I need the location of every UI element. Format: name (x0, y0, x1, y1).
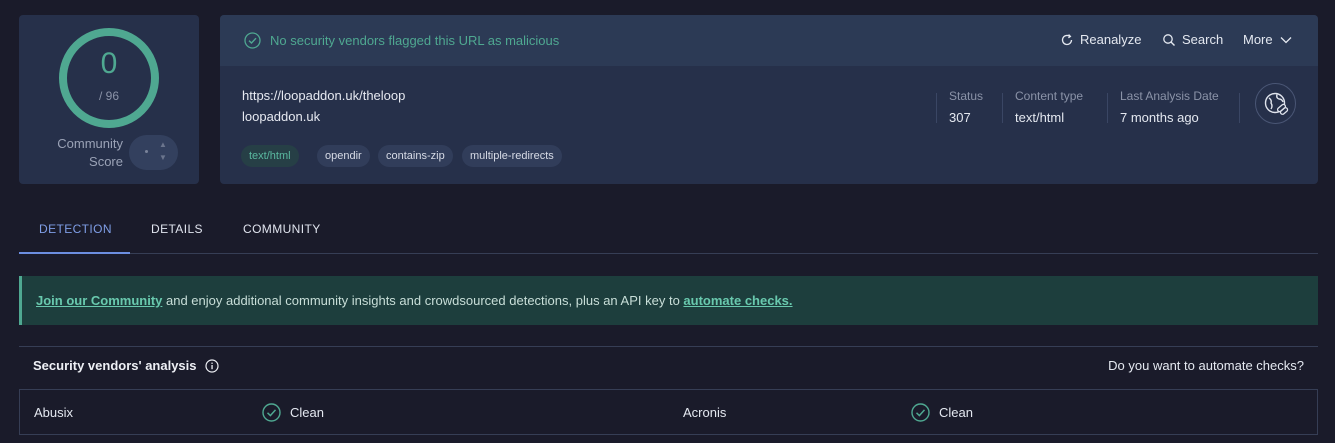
vendor-result: Clean (262, 403, 324, 422)
divider (1239, 93, 1240, 123)
vendor-name: Abusix (34, 405, 74, 420)
url-graph-button[interactable] (1255, 83, 1296, 124)
info-icon[interactable] (204, 358, 219, 373)
chevron-up-icon[interactable]: ▲ (159, 141, 167, 149)
tab-detection[interactable]: DETECTION (39, 222, 112, 236)
vendor-result-label: Clean (939, 405, 973, 420)
divider (936, 93, 937, 123)
chevron-down-icon[interactable]: ▼ (159, 154, 167, 162)
notice-body: and enjoy additional community insights … (162, 293, 684, 308)
community-notice: Join our Community and enjoy additional … (19, 276, 1318, 325)
analyzed-domain[interactable]: loopaddon.uk (242, 109, 320, 124)
reanalyze-button[interactable]: Reanalyze (1060, 32, 1141, 47)
community-score-card: 0 / 96 Community Score ▲ ▼ (19, 15, 199, 184)
tag-text-html[interactable]: text/html (241, 145, 299, 167)
table-row: Abusix Clean Acronis Clean (19, 389, 1318, 435)
vendors-title-text: Security vendors' analysis (33, 358, 197, 373)
last-analysis-value: 7 months ago (1120, 110, 1199, 125)
more-label: More (1243, 32, 1273, 47)
search-icon (1163, 33, 1175, 46)
tabs-divider (19, 253, 1318, 254)
vendor-result: Clean (911, 403, 973, 422)
join-community-link[interactable]: Join our Community (36, 293, 162, 308)
detection-score: 0 (100, 47, 118, 80)
security-vendors-section: Security vendors' analysis Do you want t… (19, 346, 1318, 443)
tag-multiple-redirects[interactable]: multiple-redirects (462, 145, 562, 167)
community-vote-control[interactable]: ▲ ▼ (129, 135, 178, 170)
analyzed-url[interactable]: https://loopaddon.uk/theloop (242, 88, 405, 103)
content-type-label: Content type (1015, 89, 1084, 103)
community-notice-text: Join our Community and enjoy additional … (36, 293, 793, 308)
divider (1107, 93, 1108, 123)
check-circle-icon (911, 403, 930, 422)
active-tab-indicator (19, 252, 130, 254)
vote-dot (145, 150, 148, 153)
automate-checks-link[interactable]: automate checks. (683, 293, 792, 308)
vendors-title: Security vendors' analysis (33, 358, 219, 373)
check-circle-icon (244, 32, 261, 49)
reanalyze-label: Reanalyze (1080, 32, 1142, 47)
search-button[interactable]: Search (1162, 32, 1223, 47)
more-menu-button[interactable]: More (1243, 32, 1293, 47)
verdict-message: No security vendors flagged this URL as … (270, 33, 560, 48)
community-score-label: Community Score (57, 136, 123, 169)
search-label: Search (1182, 32, 1224, 47)
chevron-down-icon (1280, 36, 1292, 43)
detection-total: / 96 (98, 89, 119, 103)
url-summary-card: No security vendors flagged this URL as … (220, 15, 1318, 184)
tab-details[interactable]: DETAILS (151, 222, 203, 236)
content-type-value: text/html (1015, 110, 1065, 125)
automate-checks-prompt[interactable]: Do you want to automate checks? (1108, 358, 1304, 373)
last-analysis-label: Last Analysis Date (1120, 89, 1219, 103)
verdict-banner: No security vendors flagged this URL as … (220, 15, 1318, 66)
tab-community[interactable]: COMMUNITY (243, 222, 321, 236)
divider (1002, 93, 1003, 123)
vendor-name: Acronis (683, 405, 727, 420)
vendor-result-label: Clean (290, 405, 324, 420)
tag-contains-zip[interactable]: contains-zip (378, 145, 453, 167)
refresh-icon (1061, 33, 1073, 45)
check-circle-icon (262, 403, 281, 422)
globe-link-icon (1264, 92, 1288, 115)
status-label: Status (949, 89, 984, 103)
status-value: 307 (949, 110, 971, 125)
tag-opendir[interactable]: opendir (317, 145, 370, 167)
